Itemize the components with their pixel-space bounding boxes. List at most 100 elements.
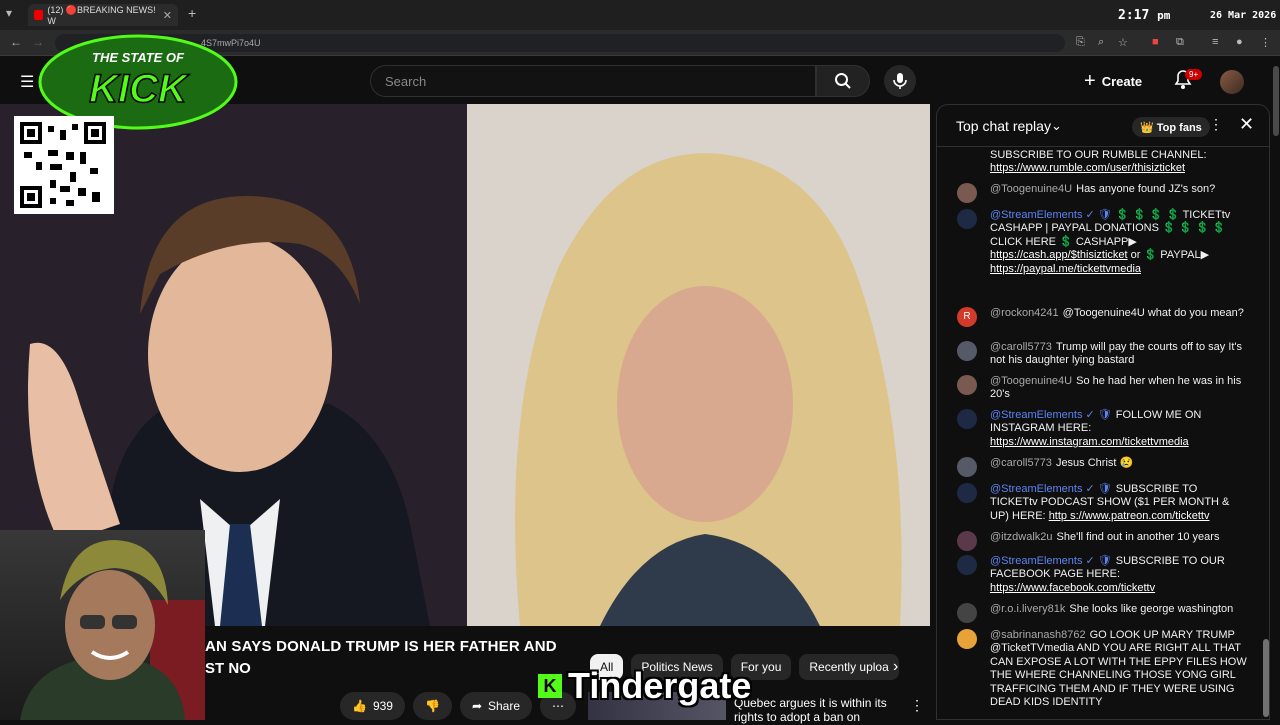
video-title-line-2: ST NO — [205, 660, 251, 677]
chat-message-body: @rockon4241 @Toogenuine4U what do you mea… — [990, 307, 1247, 320]
chat-author[interactable]: @sabrinanash8762 — [990, 629, 1086, 641]
page-scrollbar[interactable] — [1272, 56, 1280, 720]
extensions-puzzle-icon[interactable]: ⧉ — [1176, 36, 1184, 49]
browser-menu-icon[interactable]: ⋮ — [1260, 36, 1271, 49]
chat-text: SUBSCRIBE TO OUR RUMBLE CHANNEL: — [990, 149, 1207, 161]
chat-link[interactable]: https://www.rumble.com/user/thisizticket — [990, 162, 1185, 174]
chat-author[interactable]: @StreamElements ✓ 🛡 — [990, 555, 1112, 567]
chat-avatar[interactable] — [957, 483, 977, 503]
chat-message: @StreamElements ✓ 🛡 💲 💲 💲 💲 TICKETtv CASH… — [957, 209, 1247, 276]
browser-tab[interactable]: (12) 🔴BREAKING NEWS! W ✕ — [28, 4, 178, 26]
voice-search-button[interactable] — [884, 65, 916, 97]
chat-scroll-thumb[interactable] — [1263, 639, 1269, 717]
chip-recently-uploaded[interactable]: Recently uploa — [799, 654, 899, 680]
chat-author[interactable]: @rockon4241 — [990, 307, 1059, 319]
recommended-more-icon[interactable]: ⋮ — [910, 697, 924, 714]
tindergate-caption: K Tindergate — [538, 665, 751, 706]
chat-link[interactable]: https://paypal.me/tickettvmedia — [990, 263, 1141, 275]
video-title-line-1: AN SAYS DONALD TRUMP IS HER FATHER AND — [205, 638, 557, 655]
bookmark-star-icon[interactable]: ☆ — [1118, 36, 1128, 49]
chat-header: Top chat replay ⌄ 👑 Top fans ⋮ ✕ — [937, 105, 1269, 147]
chat-author[interactable]: @StreamElements ✓ 🛡 — [990, 409, 1112, 421]
chat-message-body: @Toogenuine4U Has anyone found JZ's son? — [990, 183, 1247, 196]
page-scroll-thumb[interactable] — [1273, 66, 1279, 136]
install-icon[interactable]: ⎘ — [1076, 36, 1085, 49]
qr-code — [14, 116, 114, 214]
chat-message-body: @caroll5773 Trump will pay the courts off… — [990, 341, 1247, 368]
webcam-frame — [20, 540, 205, 720]
profile-icon[interactable]: ● — [1236, 36, 1243, 48]
thumbs-down-icon: 👎 — [424, 699, 440, 713]
chat-mode-selector[interactable]: Top chat replay — [956, 118, 1051, 134]
top-fans-button[interactable]: 👑 Top fans — [1132, 117, 1210, 137]
close-chat-icon[interactable]: ✕ — [1239, 114, 1254, 135]
chat-more-icon[interactable]: ⋮ — [1209, 116, 1223, 133]
create-button[interactable]: + Create — [1084, 69, 1142, 93]
thumbs-up-icon: 👍 — [352, 699, 367, 713]
search-input[interactable]: Search — [370, 65, 816, 97]
chat-avatar[interactable] — [957, 375, 977, 395]
chat-text: She looks like george washington — [1069, 603, 1234, 615]
chat-message: @StreamElements ✓ 🛡 SUBSCRIBE TO OUR FACE… — [957, 555, 1247, 595]
user-avatar[interactable] — [1220, 70, 1244, 94]
plus-icon: + — [1084, 69, 1096, 92]
chat-avatar[interactable] — [957, 209, 977, 229]
chat-avatar[interactable] — [957, 457, 977, 477]
chat-avatar[interactable] — [957, 603, 977, 623]
chat-message-body: @StreamElements ✓ 🛡 FOLLOW ME ON INSTAGRA… — [990, 409, 1247, 449]
chat-message-body: @Toogenuine4U So he had her when he was i… — [990, 375, 1247, 402]
clock-date: 26 Mar 2026 — [1210, 10, 1277, 21]
extension-icon[interactable]: ■ — [1152, 36, 1159, 48]
chat-author[interactable]: @Toogenuine4U — [990, 375, 1072, 387]
chat-avatar[interactable] — [957, 341, 977, 361]
chat-link[interactable]: https://www.facebook.com/tickettv — [990, 582, 1155, 594]
chat-author[interactable]: @StreamElements ✓ 🛡 — [990, 209, 1112, 221]
chat-link[interactable]: https://www.instagram.com/tickettvmedia — [990, 436, 1189, 448]
chat-author[interactable]: @r.o.i.livery81k — [990, 603, 1065, 615]
logo-top-text: THE STATE OF — [92, 50, 185, 65]
like-button[interactable]: 👍 939 — [340, 692, 405, 720]
hamburger-menu-icon[interactable]: ☰ — [20, 72, 34, 92]
chat-scrollbar[interactable] — [1263, 149, 1269, 719]
new-tab-icon[interactable]: + — [188, 5, 196, 21]
chat-message-body: @StreamElements ✓ 🛡 💲 💲 💲 💲 TICKETtv CASH… — [990, 209, 1247, 276]
chat-author[interactable]: @caroll5773 — [990, 341, 1052, 353]
chat-message: @itzdwalk2u She'll find out in another 10… — [957, 531, 1247, 551]
chat-message: @Toogenuine4U Has anyone found JZ's son? — [957, 183, 1247, 203]
reading-list-icon[interactable]: ≡ — [1212, 36, 1218, 48]
back-icon[interactable]: ← — [10, 35, 22, 49]
chat-author[interactable]: @caroll5773 — [990, 457, 1052, 469]
chevron-down-icon[interactable]: ⌄ — [1051, 118, 1062, 134]
chat-avatar[interactable] — [957, 629, 977, 649]
chat-link[interactable]: http s://www.patreon.com/tickettv — [1049, 510, 1210, 522]
chat-message: @sabrinanash8762 GO LOOK UP MARY TRUMP @T… — [957, 629, 1247, 709]
zoom-icon[interactable]: ⌕ — [1098, 36, 1104, 49]
chat-avatar[interactable] — [957, 555, 977, 575]
chat-author[interactable]: @StreamElements ✓ 🛡 — [990, 483, 1112, 495]
search-button[interactable] — [816, 65, 870, 97]
qr-code-image — [20, 122, 106, 208]
chat-text: or 💲 PAYPAL▶ — [1127, 249, 1210, 262]
streamer-webcam — [0, 530, 205, 720]
chat-text: @Toogenuine4U what do you mean? — [1062, 307, 1244, 319]
chat-avatar[interactable]: R — [957, 307, 977, 327]
chat-link[interactable]: https://cash.app/$thisizticket — [990, 249, 1128, 261]
youtube-favicon-icon — [34, 10, 44, 20]
share-icon: ➦ — [471, 699, 482, 713]
chat-author[interactable]: @itzdwalk2u — [990, 531, 1053, 543]
chips-next-icon[interactable]: › — [893, 658, 898, 676]
chat-author[interactable]: @Toogenuine4U — [990, 183, 1072, 195]
chat-avatar[interactable] — [957, 409, 977, 429]
chat-message: @caroll5773 Trump will pay the courts off… — [957, 341, 1247, 368]
share-button[interactable]: ➦ Share — [459, 692, 533, 720]
close-tab-icon[interactable]: ✕ — [163, 9, 172, 22]
chat-message: @r.o.i.livery81k She looks like george wa… — [957, 603, 1247, 623]
dislike-button[interactable]: 👎 — [412, 692, 452, 720]
chat-message-body: @StreamElements ✓ 🛡 SUBSCRIBE TO OUR FACE… — [990, 555, 1247, 595]
clock-time: 2:17 pm — [1118, 8, 1171, 23]
chat-avatar[interactable] — [957, 183, 977, 203]
notification-badge: 9+ — [1185, 69, 1203, 80]
tab-list-icon[interactable]: ▾ — [6, 6, 12, 20]
chat-avatar[interactable] — [957, 531, 977, 551]
chat-message: @Toogenuine4U So he had her when he was i… — [957, 375, 1247, 402]
